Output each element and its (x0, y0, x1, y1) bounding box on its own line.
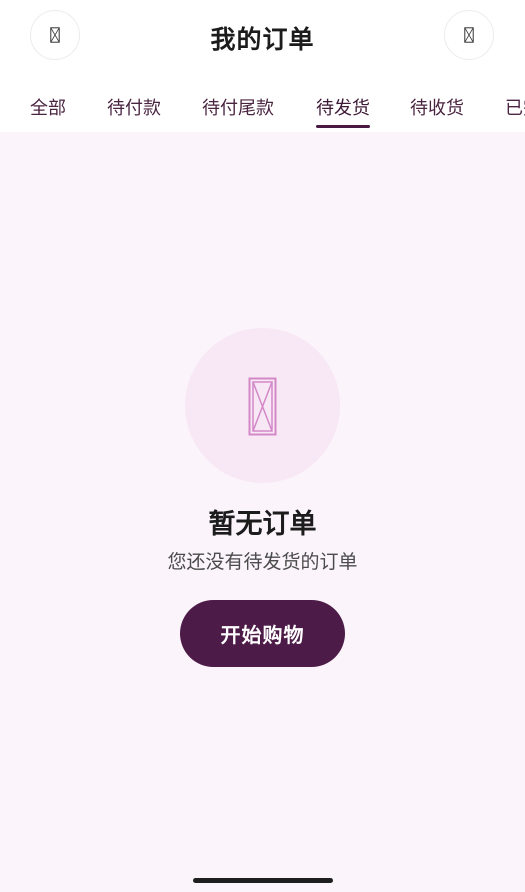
order-page: 我的订单 全部 待付款 待付尾款 待发货 待收货 已完成 暂无订单 您还没有待发… (0, 0, 525, 892)
tab-pending-receipt[interactable]: 待收货 (410, 94, 464, 120)
order-tabs: 全部 待付款 待付尾款 待发货 待收货 已完成 (0, 90, 525, 132)
missing-glyph-icon (464, 27, 474, 43)
tab-all[interactable]: 全部 (30, 94, 66, 120)
home-indicator (193, 878, 333, 883)
tab-completed[interactable]: 已完成 (505, 94, 525, 120)
start-shopping-button[interactable]: 开始购物 (180, 600, 345, 667)
tab-pending-payment[interactable]: 待付款 (107, 94, 161, 120)
tab-pending-balance[interactable]: 待付尾款 (202, 94, 274, 120)
tab-pending-shipment[interactable]: 待发货 (316, 94, 370, 120)
active-tab-indicator (316, 125, 370, 128)
empty-state-subtitle: 您还没有待发货的订单 (167, 551, 358, 573)
more-button[interactable] (444, 10, 494, 60)
header: 我的订单 全部 待付款 待付尾款 待发货 待收货 已完成 (0, 0, 525, 132)
empty-state-title: 暂无订单 (208, 509, 317, 540)
missing-image-icon (248, 377, 277, 436)
